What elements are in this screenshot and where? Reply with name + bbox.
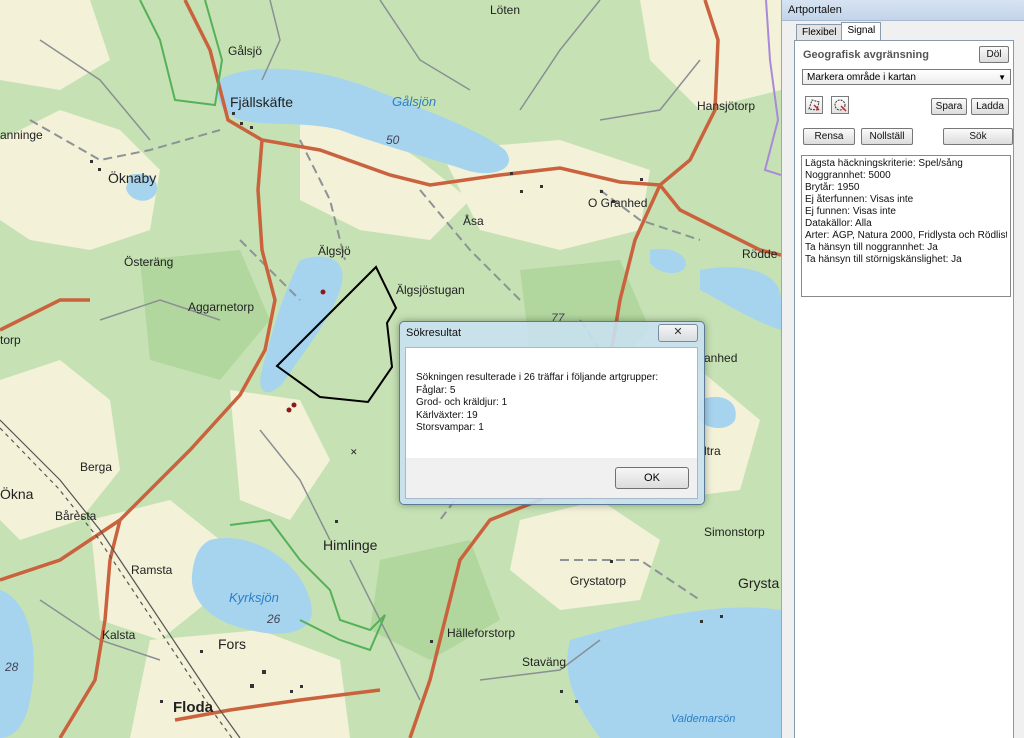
dialog-footer: OK xyxy=(405,458,698,499)
criteria-item: Ej återfunnen: Visas inte xyxy=(805,194,914,205)
place-label: Grysta xyxy=(738,575,780,591)
result-line: Storsvampar: 1 xyxy=(416,422,484,433)
place-label: Gålsjö xyxy=(228,44,263,58)
criteria-list: Lägsta häckningskriterie: Spel/sång Nogg… xyxy=(801,155,1011,297)
place-label: Älgsjöstugan xyxy=(396,283,465,297)
draw-polygon-tool-icon[interactable] xyxy=(805,96,823,114)
tab-bar: Flexibel Signal xyxy=(796,22,882,41)
artportalen-panel: Artportalen Flexibel Signal Geografisk a… xyxy=(781,0,1024,738)
criteria-item: Datakällor: Alla xyxy=(805,218,872,229)
criteria-item: Ej funnen: Visas inte xyxy=(805,206,896,217)
result-summary: Sökningen resulterade i 26 träffar i föl… xyxy=(416,372,659,383)
place-label: O Granhed xyxy=(588,196,648,210)
lake-label: Valdemarsön xyxy=(671,713,736,725)
place-label: ltra xyxy=(704,444,721,458)
draw-circle-tool-icon[interactable] xyxy=(831,96,849,114)
area-select[interactable]: Markera område i kartan ▼ xyxy=(802,69,1011,85)
place-label: Simonstorp xyxy=(704,525,765,539)
elevation-label: 50 xyxy=(386,133,400,147)
search-result-dialog: Sökresultat ✕ Sökningen resulterade i 26… xyxy=(399,321,705,505)
tab-content: Geografisk avgränsning Döl Markera områd… xyxy=(794,40,1014,738)
dialog-title: Sökresultat xyxy=(406,327,462,339)
place-label: Båresta xyxy=(55,509,97,523)
criteria-item: Ta hänsyn till noggrannhet: Ja xyxy=(805,242,938,253)
place-label: Åsa xyxy=(463,214,484,228)
lake-label: Kyrksjön xyxy=(229,590,279,605)
panel-title: Artportalen xyxy=(782,0,1024,21)
result-line: Fåglar: 5 xyxy=(416,384,456,396)
place-label: Grystatorp xyxy=(570,574,627,588)
place-label: Löten xyxy=(490,3,521,17)
clear-button[interactable]: Rensa xyxy=(803,128,855,145)
place-label: Kalsta xyxy=(102,628,136,642)
result-line: Grod- och kräldjur: 1 xyxy=(416,397,508,408)
svg-text:✕: ✕ xyxy=(350,447,358,457)
place-label: Österäng xyxy=(124,255,174,269)
close-icon[interactable]: ✕ xyxy=(658,324,698,342)
place-label: Ramsta xyxy=(131,563,173,577)
place-label: Aggarnetorp xyxy=(188,300,255,314)
place-label: Hansjötorp xyxy=(697,99,756,113)
search-button[interactable]: Sök xyxy=(943,128,1013,145)
criteria-item: Arter: ÄGP, Natura 2000, Fridlysta och R… xyxy=(805,230,1007,241)
criteria-item: Brytår: 1950 xyxy=(805,182,860,193)
criteria-item: Ta hänsyn till störnigskänslighet: Ja xyxy=(805,254,962,265)
reset-button[interactable]: Nollställ xyxy=(861,128,913,145)
place-label: Berga xyxy=(80,460,113,474)
place-label: Fjällskäfte xyxy=(230,94,294,110)
place-label: anninge xyxy=(0,128,43,142)
place-label: Älgsjö xyxy=(318,244,351,258)
result-line: Kärlväxter: 19 xyxy=(416,409,478,421)
place-label: anhed xyxy=(704,351,738,365)
place-label: Floda xyxy=(173,699,213,716)
save-button[interactable]: Spara xyxy=(931,98,967,115)
tab-flexibel[interactable]: Flexibel xyxy=(796,24,843,41)
place-label: Fors xyxy=(218,636,246,652)
place-label: Ökna xyxy=(0,486,34,502)
place-label: Rödde xyxy=(742,247,778,261)
tab-signal[interactable]: Signal xyxy=(841,22,882,41)
place-label: Hälleforstorp xyxy=(447,626,516,640)
place-label: Öknaby xyxy=(108,170,157,186)
area-select-value: Markera område i kartan xyxy=(807,72,916,83)
criteria-item: Noggrannhet: 5000 xyxy=(805,170,891,181)
section-title: Geografisk avgränsning xyxy=(803,49,929,61)
place-label: Staväng xyxy=(522,655,567,669)
criteria-item: Lägsta häckningskriterie: Spel/sång xyxy=(805,158,963,169)
dialog-message-area: Sökningen resulterade i 26 träffar i föl… xyxy=(405,347,698,459)
place-label: Himlinge xyxy=(323,537,378,553)
load-button[interactable]: Ladda xyxy=(971,98,1009,115)
hide-button[interactable]: Döl xyxy=(979,46,1009,63)
lake-label: Gålsjön xyxy=(392,94,437,109)
ok-button[interactable]: OK xyxy=(615,467,689,489)
elevation-label: 28 xyxy=(5,660,19,674)
place-label: torp xyxy=(0,333,21,347)
dialog-message: Sökningen resulterade i 26 träffar i föl… xyxy=(416,372,658,435)
elevation-label: 26 xyxy=(267,612,281,626)
chevron-down-icon: ▼ xyxy=(998,73,1006,82)
